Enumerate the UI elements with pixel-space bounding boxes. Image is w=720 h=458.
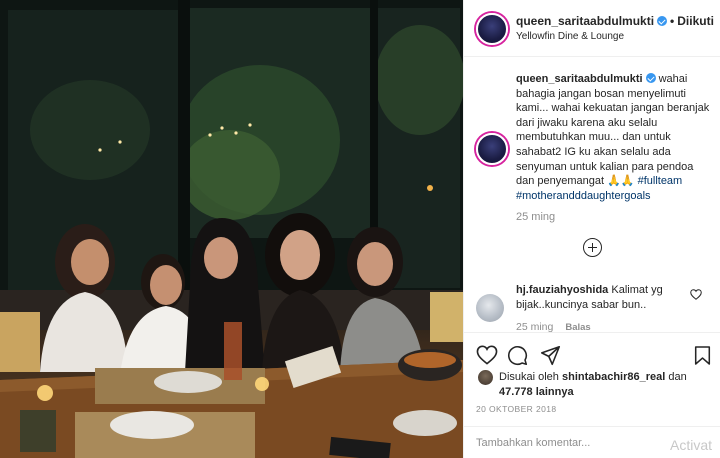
bookmark-icon[interactable] bbox=[694, 345, 711, 366]
verified-badge-icon bbox=[657, 16, 668, 26]
caption-text: wahai bahagia jangan bosan menyelimuti k… bbox=[516, 73, 710, 188]
author-avatar[interactable] bbox=[476, 13, 508, 45]
activation-watermark: Activat bbox=[670, 437, 713, 453]
comment-heart-icon[interactable] bbox=[690, 289, 702, 300]
likes-count[interactable]: 47.778 lainnya bbox=[499, 386, 574, 398]
caption-author-avatar[interactable] bbox=[476, 133, 508, 165]
comment-icon[interactable] bbox=[507, 345, 528, 366]
heart-icon[interactable] bbox=[476, 345, 498, 365]
separator-dot: • bbox=[670, 14, 675, 28]
author-line: queen_saritaabdulmukti • Diikuti bbox=[516, 14, 714, 28]
caption-username[interactable]: queen_saritaabdulmukti bbox=[516, 73, 643, 85]
post-date[interactable]: 20 OKTOBER 2018 bbox=[476, 404, 557, 414]
hashtag-link[interactable]: #fullteam bbox=[638, 175, 683, 187]
share-icon[interactable] bbox=[540, 345, 561, 366]
liker-username[interactable]: shintabachir86_real bbox=[562, 371, 665, 383]
likes-prefix: Disukai oleh bbox=[499, 371, 559, 383]
post-actions-section: Disukai oleh shintabachir86_real dan 47.… bbox=[464, 332, 720, 458]
post-caption: queen_saritaabdulmukti wahai bahagia jan… bbox=[516, 72, 710, 203]
post-sidebar: queen_saritaabdulmukti • Diikuti Yellowfin… bbox=[463, 0, 720, 458]
post-location[interactable]: Yellowfin Dine & Lounge bbox=[516, 31, 624, 42]
comment-item: hj.fauziahyoshida Kalimat yg bijak..kunc… bbox=[516, 283, 684, 313]
caption-timestamp[interactable]: 25 ming bbox=[516, 211, 555, 223]
post-photo[interactable] bbox=[0, 0, 463, 458]
comment-username[interactable]: hj.fauziahyoshida bbox=[516, 284, 608, 296]
add-comment-bar: Activat bbox=[464, 426, 720, 458]
likes-joiner: dan bbox=[668, 371, 687, 383]
photo-scene bbox=[0, 0, 463, 458]
post-header: queen_saritaabdulmukti • Diikuti Yellowfin… bbox=[464, 0, 720, 57]
likes-summary: Disukai oleh shintabachir86_real dan 47.… bbox=[499, 370, 709, 399]
author-username[interactable]: queen_saritaabdulmukti bbox=[516, 14, 654, 28]
commenter-avatar[interactable] bbox=[476, 294, 504, 322]
follow-status-button[interactable]: Diikuti bbox=[677, 14, 714, 28]
verified-badge-icon bbox=[645, 73, 656, 83]
plus-circle-icon[interactable] bbox=[583, 238, 602, 257]
liker-avatar[interactable] bbox=[478, 370, 493, 385]
hashtag-link[interactable]: #motherandddaughtergoals bbox=[516, 190, 651, 202]
